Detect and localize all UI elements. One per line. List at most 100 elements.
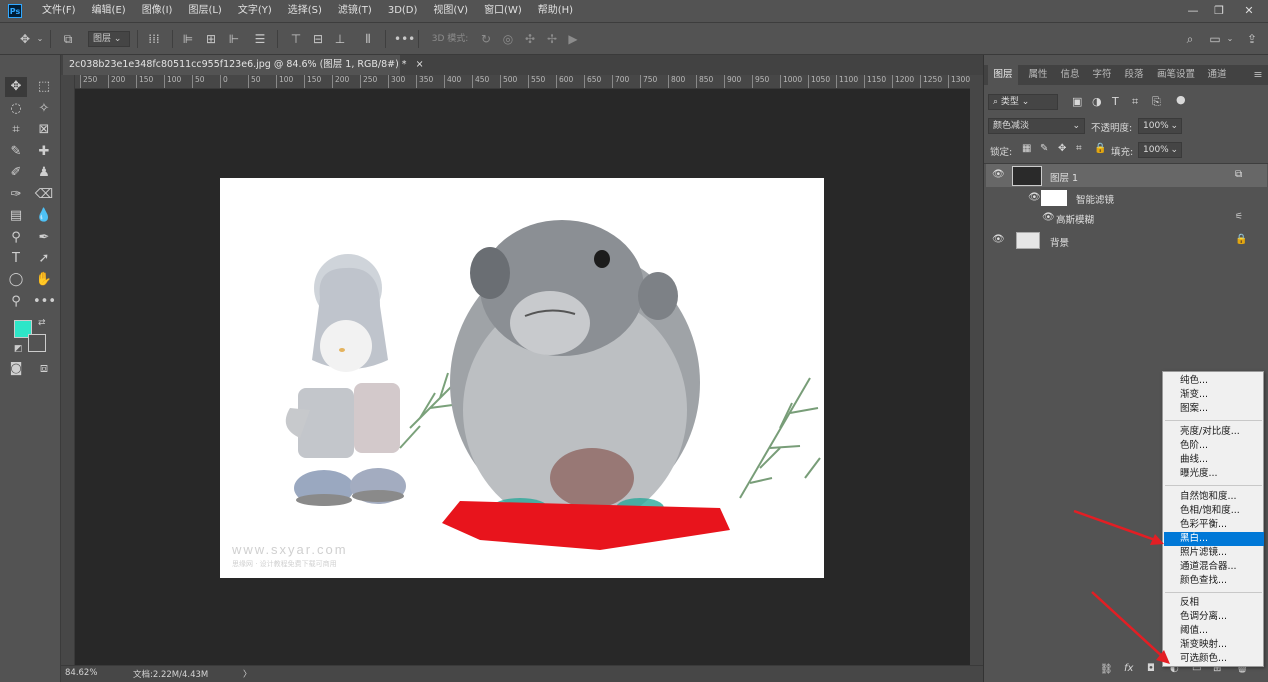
lock-pixels-icon[interactable]: ✎ xyxy=(1040,143,1048,154)
tab-character[interactable]: 字符 xyxy=(1088,65,1116,85)
quick-mask-icon[interactable]: ◙ xyxy=(5,359,27,379)
share-icon[interactable]: ⇪ xyxy=(1244,31,1260,47)
blend-mode-dropdown[interactable]: 颜色减淡 ⌄ xyxy=(988,118,1085,134)
vertical-scrollbar[interactable] xyxy=(970,75,983,665)
menu-3d[interactable]: 3D(D) xyxy=(380,0,426,22)
close-icon[interactable]: ✕ xyxy=(1236,0,1262,20)
menu-threshold[interactable]: 阈值... xyxy=(1164,624,1264,638)
layer-name[interactable]: 图层 1 xyxy=(1050,170,1078,184)
gradient-tool-icon[interactable]: ▤ xyxy=(5,206,27,226)
menu-posterize[interactable]: 色调分离... xyxy=(1164,610,1264,624)
menu-type[interactable]: 文字(Y) xyxy=(230,0,280,22)
align-bottom-icon[interactable]: ⊥ xyxy=(332,31,348,47)
type-tool-icon[interactable]: T xyxy=(5,249,27,269)
chevron-down-icon[interactable]: ⌄ xyxy=(1226,31,1234,47)
menu-select[interactable]: 选择(S) xyxy=(280,0,330,22)
move-tool-icon[interactable]: ✥ xyxy=(5,77,27,97)
menu-selective-color[interactable]: 可选颜色... xyxy=(1164,652,1264,666)
dodge-tool-icon[interactable]: ⚲ xyxy=(5,228,27,248)
menu-invert[interactable]: 反相 xyxy=(1164,596,1264,610)
tab-brush-settings[interactable]: 画笔设置 xyxy=(1152,65,1200,85)
ellipse-tool-icon[interactable]: ◯ xyxy=(5,270,27,290)
opacity-input[interactable]: 100% ⌄ xyxy=(1138,118,1182,134)
blur-tool-icon[interactable]: 💧 xyxy=(33,206,55,226)
lock-artboard-icon[interactable]: ⌗ xyxy=(1076,143,1082,154)
restore-icon[interactable]: ❐ xyxy=(1206,0,1232,20)
distribute-vertical-icon[interactable]: ⦀ xyxy=(360,31,376,47)
path-select-icon[interactable]: ➚ xyxy=(33,249,55,269)
transform-controls-icon[interactable]: ⁞⁞⁞ xyxy=(144,31,164,47)
menu-channel-mixer[interactable]: 通道混合器... xyxy=(1164,560,1264,574)
more-tools-icon[interactable]: ••• xyxy=(33,292,56,312)
auto-select-icon[interactable]: ⧉ xyxy=(58,31,78,47)
tab-layers[interactable]: 图层 xyxy=(988,65,1018,85)
layer-name[interactable]: 背景 xyxy=(1050,235,1069,249)
close-tab-icon[interactable]: × xyxy=(416,59,424,70)
menu-layer[interactable]: 图层(L) xyxy=(180,0,229,22)
filter-shape-icon[interactable]: ⌗ xyxy=(1132,95,1138,109)
filter-toggle-icon[interactable]: ● xyxy=(1176,93,1186,106)
pen-tool-icon[interactable]: ✒ xyxy=(33,228,55,248)
menu-filter[interactable]: 滤镜(T) xyxy=(330,0,380,22)
3d-slide-icon[interactable]: ✢ xyxy=(544,31,560,47)
menu-levels[interactable]: 色阶... xyxy=(1164,439,1264,453)
distribute-icon[interactable]: ☰ xyxy=(252,31,268,47)
eraser-tool-icon[interactable]: ⌫ xyxy=(33,185,55,205)
marquee-tool-icon[interactable]: ⬚ xyxy=(33,77,55,97)
history-brush-icon[interactable]: ✑ xyxy=(5,185,27,205)
swap-colors-icon[interactable]: ⇄ xyxy=(38,318,46,328)
eyedropper-icon[interactable]: ✎ xyxy=(5,142,27,162)
menu-image[interactable]: 图像(I) xyxy=(134,0,181,22)
tab-properties[interactable]: 属性 xyxy=(1024,65,1052,85)
menu-solid-color[interactable]: 纯色... xyxy=(1164,374,1264,388)
layer-row-background[interactable]: 👁 背景 🔒 xyxy=(986,229,1267,252)
visibility-eye-icon[interactable]: 👁 xyxy=(992,234,1005,246)
menu-black-white[interactable]: 黑白... xyxy=(1164,532,1264,546)
menu-window[interactable]: 窗口(W) xyxy=(476,0,530,22)
hand-tool-icon[interactable]: ✋ xyxy=(33,270,55,290)
document-image[interactable]: www.sxyar.com 思缘网 · 设计教程免费下载可商用 xyxy=(220,178,824,578)
frame-tool-icon[interactable]: ⊠ xyxy=(33,120,55,140)
tab-paragraph[interactable]: 段落 xyxy=(1120,65,1148,85)
visibility-eye-icon[interactable]: 👁 xyxy=(1042,212,1055,224)
align-top-icon[interactable]: ⊤ xyxy=(288,31,304,47)
filter-options-icon[interactable]: ⚟ xyxy=(1235,212,1243,222)
menu-brightness-contrast[interactable]: 亮度/对比度... xyxy=(1164,425,1264,439)
align-right-icon[interactable]: ⊩ xyxy=(226,31,242,47)
filter-adjustment-icon[interactable]: ◑ xyxy=(1092,95,1102,108)
menu-file[interactable]: 文件(F) xyxy=(34,0,84,22)
default-colors-icon[interactable]: ◩ xyxy=(14,344,23,354)
menu-photo-filter[interactable]: 照片滤镜... xyxy=(1164,546,1264,560)
menu-pattern[interactable]: 图案... xyxy=(1164,402,1264,416)
layer-row-smart-filters[interactable]: 👁 智能滤镜 xyxy=(986,188,1267,208)
tab-info[interactable]: 信息 xyxy=(1056,65,1084,85)
layer-row-layer1[interactable]: 👁 图层 1 ⧉ xyxy=(986,164,1267,187)
search-icon[interactable]: ⌕ xyxy=(1182,31,1198,47)
chevron-down-icon[interactable]: ⌄ xyxy=(36,31,44,47)
menu-color-balance[interactable]: 色彩平衡... xyxy=(1164,518,1264,532)
auto-select-dropdown[interactable]: 图层 ⌄ xyxy=(88,31,130,47)
layer-row-gaussian-blur[interactable]: 👁 高斯模糊 ⚟ xyxy=(986,209,1267,227)
align-left-icon[interactable]: ⊫ xyxy=(180,31,196,47)
menu-exposure[interactable]: 曝光度... xyxy=(1164,467,1264,481)
workspace-icon[interactable]: ▭ xyxy=(1206,31,1224,47)
menu-color-lookup[interactable]: 颜色查找... xyxy=(1164,574,1264,588)
menu-vibrance[interactable]: 自然饱和度... xyxy=(1164,490,1264,504)
align-hcenter-icon[interactable]: ⊞ xyxy=(203,31,219,47)
crop-tool-icon[interactable]: ⌗ xyxy=(5,120,27,140)
3d-roll-icon[interactable]: ◎ xyxy=(500,31,516,47)
zoom-tool-icon[interactable]: ⚲ xyxy=(5,292,27,312)
menu-gradient[interactable]: 渐变... xyxy=(1164,388,1264,402)
menu-view[interactable]: 视图(V) xyxy=(425,0,476,22)
magic-wand-icon[interactable]: ✧ xyxy=(33,99,55,119)
menu-gradient-map[interactable]: 渐变映射... xyxy=(1164,638,1264,652)
visibility-eye-icon[interactable]: 👁 xyxy=(992,169,1005,181)
menu-curves[interactable]: 曲线... xyxy=(1164,453,1264,467)
zoom-level[interactable]: 84.62% xyxy=(65,668,97,678)
layer-filter-kind[interactable]: ⌕ 类型 ⌄ xyxy=(988,94,1058,110)
background-color-swatch[interactable] xyxy=(28,334,46,352)
status-menu-arrow[interactable]: 〉 xyxy=(243,668,252,680)
visibility-eye-icon[interactable]: 👁 xyxy=(1028,192,1041,204)
tab-channels[interactable]: 通道 xyxy=(1202,65,1232,85)
menu-help[interactable]: 帮助(H) xyxy=(530,0,581,22)
